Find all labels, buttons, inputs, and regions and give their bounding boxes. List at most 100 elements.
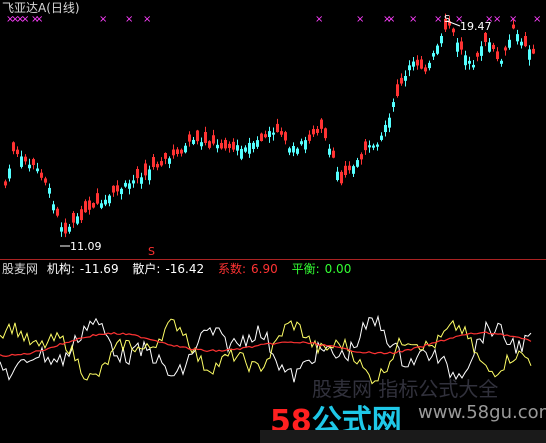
balance-readout: 平衡: 0.00 — [292, 262, 357, 276]
balance-label: 平衡: — [291, 262, 320, 276]
coefficient-value: 6.90 — [251, 262, 278, 276]
signal-mark: × — [125, 14, 133, 25]
candle-body — [488, 42, 491, 52]
candle-body — [124, 182, 127, 187]
signal-mark: × — [387, 14, 395, 25]
candle-body — [468, 60, 471, 64]
candle-body — [120, 188, 123, 195]
stock-name: 飞亚达A — [2, 1, 47, 15]
candle-body — [76, 216, 79, 224]
candle-body — [388, 117, 391, 128]
candle-body — [500, 60, 503, 64]
candle-body — [384, 124, 387, 133]
candle-body — [216, 144, 219, 149]
candle-body — [472, 64, 475, 68]
candle-body — [68, 226, 71, 232]
candle-body — [376, 144, 379, 147]
chart-title: 飞亚达A(日线) — [2, 1, 80, 15]
candle-body — [240, 148, 243, 159]
low-price-label: 11.09 — [70, 240, 102, 253]
candle-body — [372, 145, 375, 148]
signal-mark: × — [434, 14, 442, 25]
candle-body — [244, 147, 247, 152]
candle-body — [412, 61, 415, 67]
candle-body — [20, 156, 23, 167]
candle-body — [288, 148, 291, 153]
candle-body — [456, 42, 459, 52]
candle-body — [128, 183, 131, 189]
candle-body — [184, 145, 187, 153]
signal-mark: × — [143, 14, 151, 25]
candle-body — [140, 177, 143, 184]
candle-body — [428, 62, 431, 69]
indicator-header: 股麦网 机构: -11.69 散户: -16.42 系数: 6.90 平衡: 0.00 — [2, 262, 361, 276]
candle-body — [300, 141, 303, 145]
candle-body — [356, 160, 359, 167]
signal-mark: × — [315, 14, 323, 25]
retail-label: 散户: — [132, 262, 161, 276]
signal-mark: × — [356, 14, 364, 25]
candle-body — [436, 45, 439, 54]
candle-body — [408, 65, 411, 71]
period-label: (日线) — [46, 1, 80, 15]
candle-body — [380, 135, 383, 140]
candle-body — [200, 142, 203, 147]
candle-body — [48, 187, 51, 194]
candle-body — [404, 75, 407, 81]
watermark-url: www.58gu.com — [418, 402, 546, 423]
coefficient-label: 系数: — [217, 262, 247, 276]
candle-body — [8, 168, 11, 179]
candle-body — [236, 145, 239, 151]
signal-mark: × — [409, 14, 417, 25]
retail-readout: 散户: -16.42 — [132, 262, 209, 276]
institution-value: -11.69 — [79, 262, 119, 276]
price-annotations: 19.47 S 11.09 S — [60, 14, 492, 258]
candle-body — [352, 166, 355, 174]
institution-label: 机构: — [46, 262, 75, 276]
candle-body — [432, 53, 435, 57]
watermark-strip — [260, 430, 546, 443]
candle-body — [132, 180, 135, 184]
high-price-label: 19.47 — [460, 20, 492, 33]
high-signal-glyph: S — [444, 14, 450, 25]
candle-body — [252, 142, 255, 149]
candle-body — [108, 195, 111, 204]
candle-body — [256, 140, 259, 147]
buy-signal-glyph: S — [148, 245, 155, 258]
candle-body — [292, 146, 295, 153]
candle-body — [268, 131, 271, 138]
candle-body — [52, 204, 55, 211]
candlestick-series — [4, 13, 535, 238]
candle-body — [100, 203, 103, 208]
balance-value: 0.00 — [324, 262, 352, 276]
candle-body — [368, 145, 371, 148]
candle-body — [104, 199, 107, 205]
signal-mark: × — [99, 14, 107, 25]
candle-body — [168, 158, 171, 164]
signal-mark: × — [35, 14, 43, 25]
candle-body — [328, 148, 331, 155]
candle-body — [508, 39, 511, 48]
candle-body — [392, 102, 395, 108]
candle-body — [304, 140, 307, 150]
candle-body — [296, 148, 299, 154]
signal-mark: × — [21, 14, 29, 25]
signal-mark: × — [533, 14, 541, 25]
candle-body — [528, 49, 531, 60]
candle-body — [36, 168, 39, 172]
coefficient-readout: 系数: 6.90 — [218, 262, 283, 276]
retail-value: -16.42 — [165, 262, 205, 276]
candle-body — [148, 169, 151, 181]
candle-body — [60, 227, 63, 232]
candle-body — [516, 34, 519, 42]
candle-body — [248, 142, 251, 154]
indicator-name: 股麦网 — [2, 262, 39, 276]
candle-body — [464, 55, 467, 66]
candle-body — [440, 35, 443, 44]
candle-body — [28, 164, 31, 169]
candle-body — [336, 171, 339, 181]
candle-body — [192, 139, 195, 144]
candle-body — [272, 132, 275, 135]
signal-mark: × — [493, 14, 501, 25]
institution-readout: 机构: -11.69 — [47, 262, 124, 276]
